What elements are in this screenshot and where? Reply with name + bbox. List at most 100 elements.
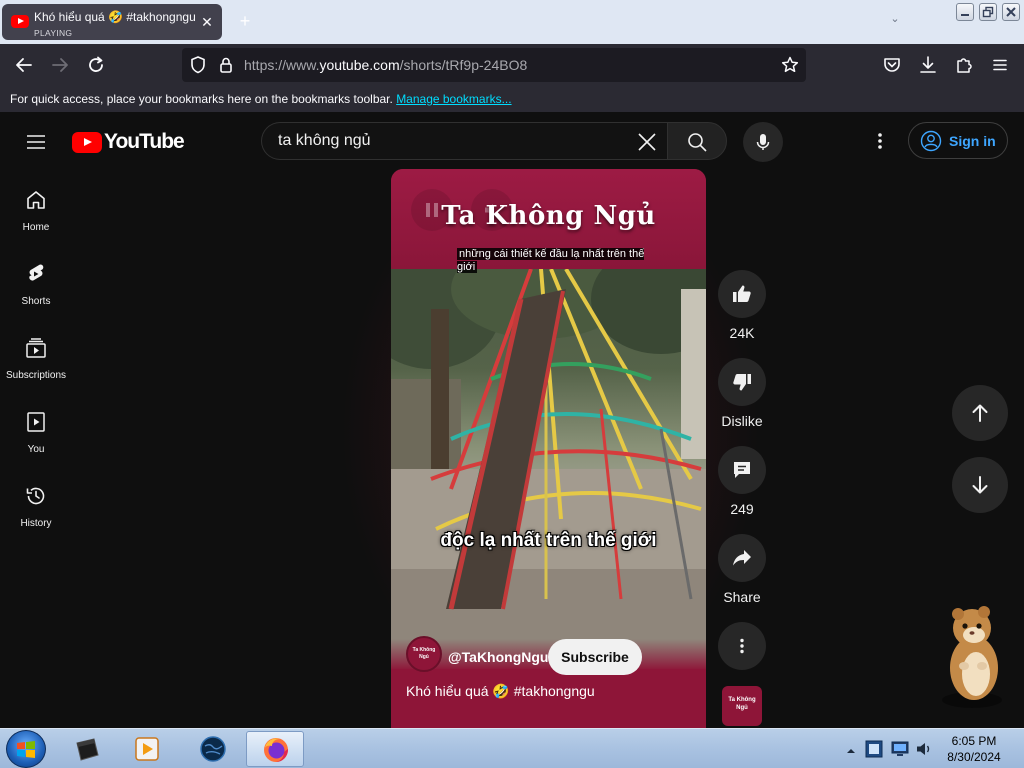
sidebar-label: History: [20, 518, 52, 529]
like-count: 24K: [729, 325, 755, 341]
clock-time[interactable]: 6:05 PM: [942, 734, 1006, 748]
app-menu-hamburger-icon[interactable]: [988, 53, 1012, 77]
sign-in-label: Sign in: [949, 133, 996, 149]
manage-bookmarks-link[interactable]: Manage bookmarks...: [396, 92, 511, 106]
settings-more-icon[interactable]: [868, 129, 892, 153]
taskbar-app-terminal[interactable]: [58, 731, 116, 767]
dislike-label: Dislike: [721, 413, 763, 429]
screen: Khó hiểu quá 🤣 #takhongngu PLAYING ✕ + ⌄: [0, 0, 1024, 768]
history-icon: [26, 487, 45, 505]
browser-tab-bar: Khó hiểu quá 🤣 #takhongngu PLAYING ✕ + ⌄: [0, 0, 1024, 44]
search-query-text: ta không ngủ: [278, 132, 371, 149]
tab-title: Khó hiểu quá 🤣 #takhongngu: [34, 10, 196, 24]
black-window-icon: [72, 734, 102, 764]
close-window-button[interactable]: [1002, 3, 1020, 21]
taskbar-app-globe[interactable]: [184, 731, 242, 767]
sign-in-button[interactable]: Sign in: [908, 122, 1008, 159]
action-center-flag-icon[interactable]: [864, 738, 884, 760]
media-player-icon: [132, 734, 162, 764]
firefox-icon: [261, 735, 291, 765]
downloads-icon[interactable]: [916, 53, 940, 77]
bookmarks-toolbar: For quick access, place your bookmarks h…: [0, 86, 1024, 112]
guide-menu-icon[interactable]: [24, 130, 48, 154]
short-overlay-caption: những cái thiết kế đầu lạ nhất trên thế …: [457, 248, 645, 273]
video-subtitle: độc lạ nhất trên thế giới: [440, 530, 657, 551]
subscriptions-icon: [26, 338, 46, 358]
volume-speaker-icon[interactable]: [914, 739, 934, 759]
address-bar[interactable]: https://www.youtube.com/shorts/tRf9p-24B…: [182, 48, 806, 82]
sidebar-item-history[interactable]: History: [0, 484, 72, 554]
share-button[interactable]: [718, 534, 766, 582]
reload-icon[interactable]: [84, 53, 108, 77]
url-text: https://www.youtube.com/shorts/tRf9p-24B…: [244, 57, 528, 73]
clear-search-icon[interactable]: [636, 131, 658, 153]
video-frame: [391, 269, 706, 669]
back-arrow-icon[interactable]: [12, 53, 36, 77]
windows-taskbar: 6:05 PM 8/30/2024: [0, 728, 1024, 768]
channel-avatar[interactable]: Ta Không Ngủ: [406, 636, 442, 672]
sidebar-item-subscriptions[interactable]: Subscriptions: [0, 336, 72, 406]
short-description: Khó hiểu quá 🤣 #takhongngu: [406, 683, 595, 699]
sidebar-item-you[interactable]: You: [0, 410, 72, 480]
youtube-logo[interactable]: YouTube: [72, 130, 185, 154]
extensions-puzzle-icon[interactable]: [952, 53, 976, 77]
sound-source-thumbnail[interactable]: Ta Không Ngủ: [722, 686, 762, 726]
comment-count: 249: [730, 501, 754, 517]
shorts-icon: [29, 264, 44, 281]
hamster-desktop-pet[interactable]: [938, 604, 1006, 714]
pocket-icon[interactable]: [880, 53, 904, 77]
subscribe-button[interactable]: Subscribe: [548, 639, 642, 675]
youtube-favicon-icon: [11, 15, 29, 28]
more-vertical-icon: [740, 638, 744, 654]
more-actions-button[interactable]: [718, 622, 766, 670]
previous-video-button[interactable]: [952, 385, 1008, 441]
you-icon: [27, 412, 45, 432]
search-icon: [688, 133, 707, 152]
tab-playing-status: PLAYING: [34, 28, 73, 38]
show-hidden-icons-icon[interactable]: [846, 743, 856, 753]
youtube-logo-icon: [72, 132, 102, 153]
dislike-button[interactable]: [718, 358, 766, 406]
youtube-page: YouTube ta không ngủ Sign in Home Shorts…: [0, 112, 1024, 728]
browser-tab-active[interactable]: Khó hiểu quá 🤣 #takhongngu PLAYING ✕: [2, 4, 222, 40]
restore-window-button[interactable]: [979, 3, 997, 21]
taskbar-app-firefox[interactable]: [246, 731, 304, 767]
new-tab-icon[interactable]: +: [236, 11, 254, 31]
list-all-tabs-icon[interactable]: ⌄: [888, 12, 902, 26]
thumbs-down-icon: [733, 374, 751, 391]
short-overlay-title: Ta Không Ngủ: [441, 201, 656, 231]
thumbs-up-icon: [733, 285, 751, 302]
shorts-video-player[interactable]: Ta Không Ngủ những cái thiết kế đầu lạ n…: [391, 169, 706, 728]
sidebar-label: Home: [22, 222, 50, 233]
sidebar-label: You: [27, 444, 45, 455]
comments-button[interactable]: [718, 446, 766, 494]
share-label: Share: [723, 589, 761, 605]
windows-logo-icon: [17, 741, 35, 758]
clock-date[interactable]: 8/30/2024: [942, 750, 1006, 764]
playground-slide-image: [391, 269, 706, 669]
taskbar-app-media-player[interactable]: [118, 731, 176, 767]
arrow-down-icon: [972, 476, 988, 494]
home-icon: [27, 191, 45, 209]
like-button[interactable]: [718, 270, 766, 318]
windows-start-button[interactable]: [6, 730, 46, 768]
arrow-up-icon: [972, 404, 988, 422]
tracking-protection-shield-icon[interactable]: [186, 53, 210, 77]
tab-close-icon[interactable]: ✕: [198, 13, 216, 31]
bookmarks-toolbar-message: For quick access, place your bookmarks h…: [10, 92, 512, 106]
account-circle-icon: [920, 130, 942, 152]
share-arrow-icon: [733, 550, 751, 566]
sidebar-item-home[interactable]: Home: [0, 188, 72, 258]
sidebar-item-shorts[interactable]: Shorts: [0, 262, 72, 332]
channel-handle[interactable]: @TaKhongNgu: [448, 649, 548, 665]
forward-arrow-icon[interactable]: [48, 53, 72, 77]
sidebar-label: Shorts: [21, 296, 51, 307]
bookmark-star-icon[interactable]: [778, 53, 802, 77]
next-video-button[interactable]: [952, 457, 1008, 513]
system-tray: 6:05 PM 8/30/2024: [838, 729, 1024, 768]
minimize-window-button[interactable]: [956, 3, 974, 21]
sidebar-label: Subscriptions: [5, 370, 67, 381]
lock-icon[interactable]: [214, 53, 238, 77]
comment-icon: [734, 462, 750, 478]
network-monitor-icon[interactable]: [890, 740, 910, 758]
